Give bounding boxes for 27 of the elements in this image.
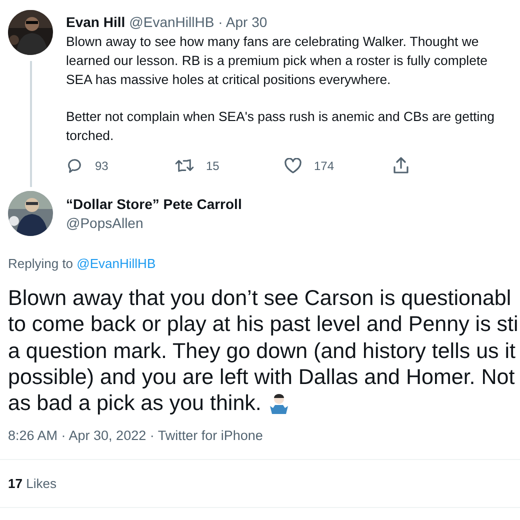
retweet-icon[interactable] [175, 158, 194, 173]
replying-label: Replying to [8, 256, 74, 271]
action-count: 15 [206, 158, 220, 172]
tweet-metadata: 8:26 AM · Apr 30, 2022 · Twitter for iPhone [7, 427, 264, 444]
reply-text: a question mark. They go down (and history tells us it [8, 338, 516, 364]
reply-text: to come back or play at his past level and Penny is sti [8, 311, 518, 338]
heart-icon[interactable] [284, 158, 302, 174]
reply-text: possible) and you are left with Dallas and Homer. Not [8, 364, 515, 390]
author-handle[interactable]: @PopsAllen [66, 215, 242, 231]
reply-icon[interactable] [66, 157, 83, 174]
action-count: 93 [95, 158, 108, 172]
tweet-text: learned our lesson. RB is a premium pick when a roster is fully complete [66, 52, 488, 70]
action-count: 174 [314, 158, 334, 172]
tweet-text: Better not complain when SEA's pass rush is anemic and CBs are getting [66, 108, 496, 126]
tweet-time: · Apr 30 [218, 14, 268, 30]
reply-text: as bad a pick as you think. [8, 390, 262, 416]
author-name[interactable]: “Dollar Store” Pete Carroll [66, 196, 242, 212]
likes-count[interactable]: 17 [8, 476, 22, 492]
author-name[interactable]: Evan Hill [66, 14, 126, 30]
tweet-text: torched. [66, 127, 115, 145]
tweet-text: Blown away to see how many fans are celebrating Walker. Thought we [66, 33, 480, 51]
tweet-text: SEA has massive holes at critical positions everywhere. [66, 71, 392, 89]
share-icon[interactable] [393, 157, 409, 174]
author-handle[interactable]: @EvanHillHB [129, 14, 214, 30]
likes-label[interactable]: Likes [26, 476, 56, 492]
reply-text: Blown away that you don’t see Carson is questionabl [8, 285, 512, 312]
person-shrugging-icon [269, 392, 290, 414]
